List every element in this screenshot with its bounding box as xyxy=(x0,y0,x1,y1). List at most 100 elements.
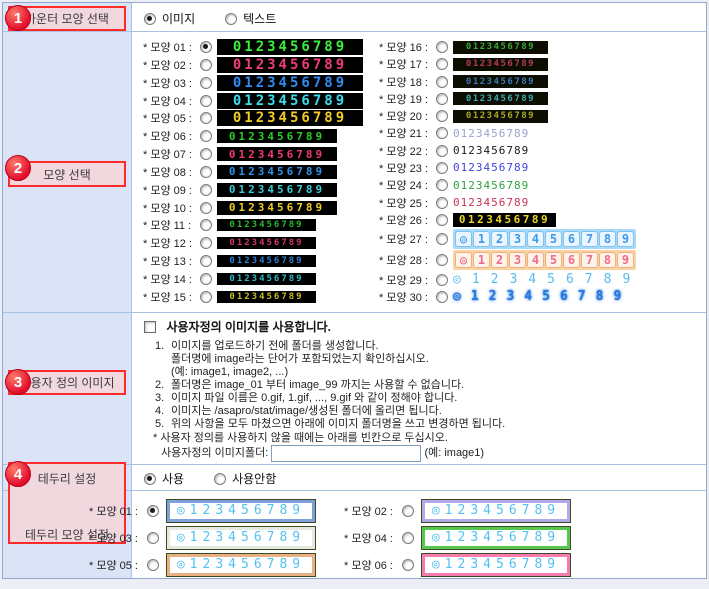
shape-radio-08[interactable] xyxy=(200,166,212,178)
digit-tile: 4 xyxy=(527,231,544,247)
custom-image-checkbox[interactable] xyxy=(144,321,156,333)
shape-digits-preview: 0123456789 xyxy=(453,127,529,140)
instruction-item: 4.이미지는 /asapro/stat/image/생성된 폴더에 올리면 됩니… xyxy=(155,405,505,418)
shape-radio-30[interactable] xyxy=(436,291,448,303)
shape-option-row: * 모양 17 :0123456789 xyxy=(379,56,641,72)
border-shape-radio-06[interactable] xyxy=(402,559,414,571)
shape-radio-02[interactable] xyxy=(200,59,212,71)
custom-image-checkbox-label: 사용자정의 이미지를 사용합니다. xyxy=(166,320,331,334)
shape-radio-06[interactable] xyxy=(200,130,212,142)
shape-radio-05[interactable] xyxy=(200,112,212,124)
shape-digits-preview: 0123456789 xyxy=(453,161,529,174)
border-use-on-radio[interactable] xyxy=(144,473,156,485)
shape-option-row: * 모양 28 :◎123456789 xyxy=(379,250,641,270)
shape-option-row: * 모양 19 :0123456789 xyxy=(379,91,641,107)
counter-type-image-radio[interactable] xyxy=(144,13,156,25)
border-shape-row: * 모양 05 :◎123456789* 모양 06 :◎123456789 xyxy=(3,551,706,578)
shape-radio-10[interactable] xyxy=(200,202,212,214)
shape-option-row: * 모양 30 :◎123456789 xyxy=(379,289,641,305)
shape-radio-21[interactable] xyxy=(436,127,448,139)
shape-radio-11[interactable] xyxy=(200,219,212,231)
counter-type-text-radio[interactable] xyxy=(225,13,237,25)
shape-radio-27[interactable] xyxy=(436,233,448,245)
shape-option-row: * 모양 26 :0123456789 xyxy=(379,212,641,228)
shape-option-row: * 모양 05 :0123456789 xyxy=(143,110,363,126)
shape-option-row: * 모양 15 :0123456789 xyxy=(143,289,363,305)
shape-radio-22[interactable] xyxy=(436,145,448,157)
border-shape-option: * 모양 04 :◎123456789 xyxy=(344,527,570,549)
shape-radio-28[interactable] xyxy=(436,254,448,266)
shape-digits-preview: ◎123456789 xyxy=(453,229,636,249)
digit-tile: 9 xyxy=(617,252,634,268)
border-shape-radio-04[interactable] xyxy=(402,532,414,544)
shape-radio-17[interactable] xyxy=(436,58,448,70)
shape-radio-14[interactable] xyxy=(200,273,212,285)
shape-option-row: * 모양 12 :0123456789 xyxy=(143,235,363,251)
shape-radio-23[interactable] xyxy=(436,162,448,174)
instruction-item: 3.이미지 파일 이름은 0.gif, 1.gif, ..., 9.gif 와 … xyxy=(155,392,505,405)
shape-option-label: * 모양 27 : xyxy=(379,231,436,247)
digit-tile: 3 xyxy=(509,252,526,268)
border-shape-preview: ◎123456789 xyxy=(422,500,570,522)
digit-tile: ◎ xyxy=(455,231,472,247)
shape-radio-19[interactable] xyxy=(436,93,448,105)
section-3-badge: 3 xyxy=(5,369,31,395)
shape-option-label: * 모양 16 : xyxy=(379,39,436,55)
shape-radio-07[interactable] xyxy=(200,148,212,160)
divider xyxy=(3,312,706,313)
shape-option-label: * 모양 13 : xyxy=(143,253,200,269)
border-shape-option: * 모양 02 :◎123456789 xyxy=(344,500,570,522)
shape-radio-25[interactable] xyxy=(436,197,448,209)
shape-option-label: * 모양 08 : xyxy=(143,164,200,180)
border-shape-radio-03[interactable] xyxy=(147,532,159,544)
shape-option-label: * 모양 22 : xyxy=(379,143,436,159)
shape-radio-20[interactable] xyxy=(436,110,448,122)
digit-tile: 7 xyxy=(581,231,598,247)
shape-option-row: * 모양 10 :0123456789 xyxy=(143,200,363,216)
shape-radio-09[interactable] xyxy=(200,184,212,196)
shape-radio-24[interactable] xyxy=(436,179,448,191)
section-4-sublabel: 테두리 모양 설정 xyxy=(8,526,126,543)
shape-radio-13[interactable] xyxy=(200,255,212,267)
shape-radio-29[interactable] xyxy=(436,274,448,286)
digit-tile: 6 xyxy=(563,231,580,247)
border-shape-preview: ◎123456789 xyxy=(167,527,315,549)
shape-option-row: * 모양 11 :0123456789 xyxy=(143,217,363,233)
shape-digits-preview: 0123456789 xyxy=(217,165,337,179)
shape-radio-15[interactable] xyxy=(200,291,212,303)
shape-radio-03[interactable] xyxy=(200,77,212,89)
instruction-item: 1.이미지를 업로드하기 전에 폴더를 생성합니다.폴더명에 image라는 단… xyxy=(155,340,505,379)
shape-digits-preview: 0123456789 xyxy=(217,75,363,91)
border-use-off-radio[interactable] xyxy=(214,473,226,485)
border-shape-radio-05[interactable] xyxy=(147,559,159,571)
shape-radio-16[interactable] xyxy=(436,41,448,53)
shape-option-label: * 모양 30 : xyxy=(379,289,436,305)
border-shape-radio-02[interactable] xyxy=(402,505,414,517)
counter-settings-panel: 1 카운터 모양 선택 2 모양 선택 3 사용자 정의 이미지 4 테두리 설… xyxy=(2,2,707,579)
instruction-number: 3. xyxy=(155,392,171,405)
digit-tile: 9 xyxy=(617,231,634,247)
shape-radio-26[interactable] xyxy=(436,214,448,226)
custom-image-instructions: 1.이미지를 업로드하기 전에 폴더를 생성합니다.폴더명에 image라는 단… xyxy=(155,340,505,431)
shape-radio-12[interactable] xyxy=(200,237,212,249)
shape-digits-preview: 0123456789 xyxy=(217,219,316,231)
folder-input[interactable] xyxy=(271,445,421,462)
instruction-number: 2. xyxy=(155,379,171,392)
folder-input-hint: (예: image1) xyxy=(424,447,484,459)
shape-digits-preview: 0123456789 xyxy=(217,273,316,285)
shape-option-label: * 모양 17 : xyxy=(379,56,436,72)
shape-radio-01[interactable] xyxy=(200,41,212,53)
shape-option-row: * 모양 03 : 0123456789 xyxy=(143,75,363,91)
shape-digits-preview: 0123456789 xyxy=(453,179,529,192)
shape-option-label: * 모양 03 : xyxy=(143,75,200,91)
shape-option-label: * 모양 26 : xyxy=(379,212,436,228)
shape-radio-18[interactable] xyxy=(436,76,448,88)
shape-digits-preview: 0123456789 xyxy=(453,92,548,105)
shape-digits-preview: 0123456789 xyxy=(453,196,529,209)
border-shape-radio-01[interactable] xyxy=(147,505,159,517)
folder-input-row: 사용자정의 이미지폴더: (예: image1) xyxy=(161,444,484,462)
shape-radio-04[interactable] xyxy=(200,95,212,107)
shape-option-label: * 모양 20 : xyxy=(379,108,436,124)
shape-option-label: * 모양 25 : xyxy=(379,195,436,211)
shape-option-row: * 모양 08 : 0123456789 xyxy=(143,164,363,180)
